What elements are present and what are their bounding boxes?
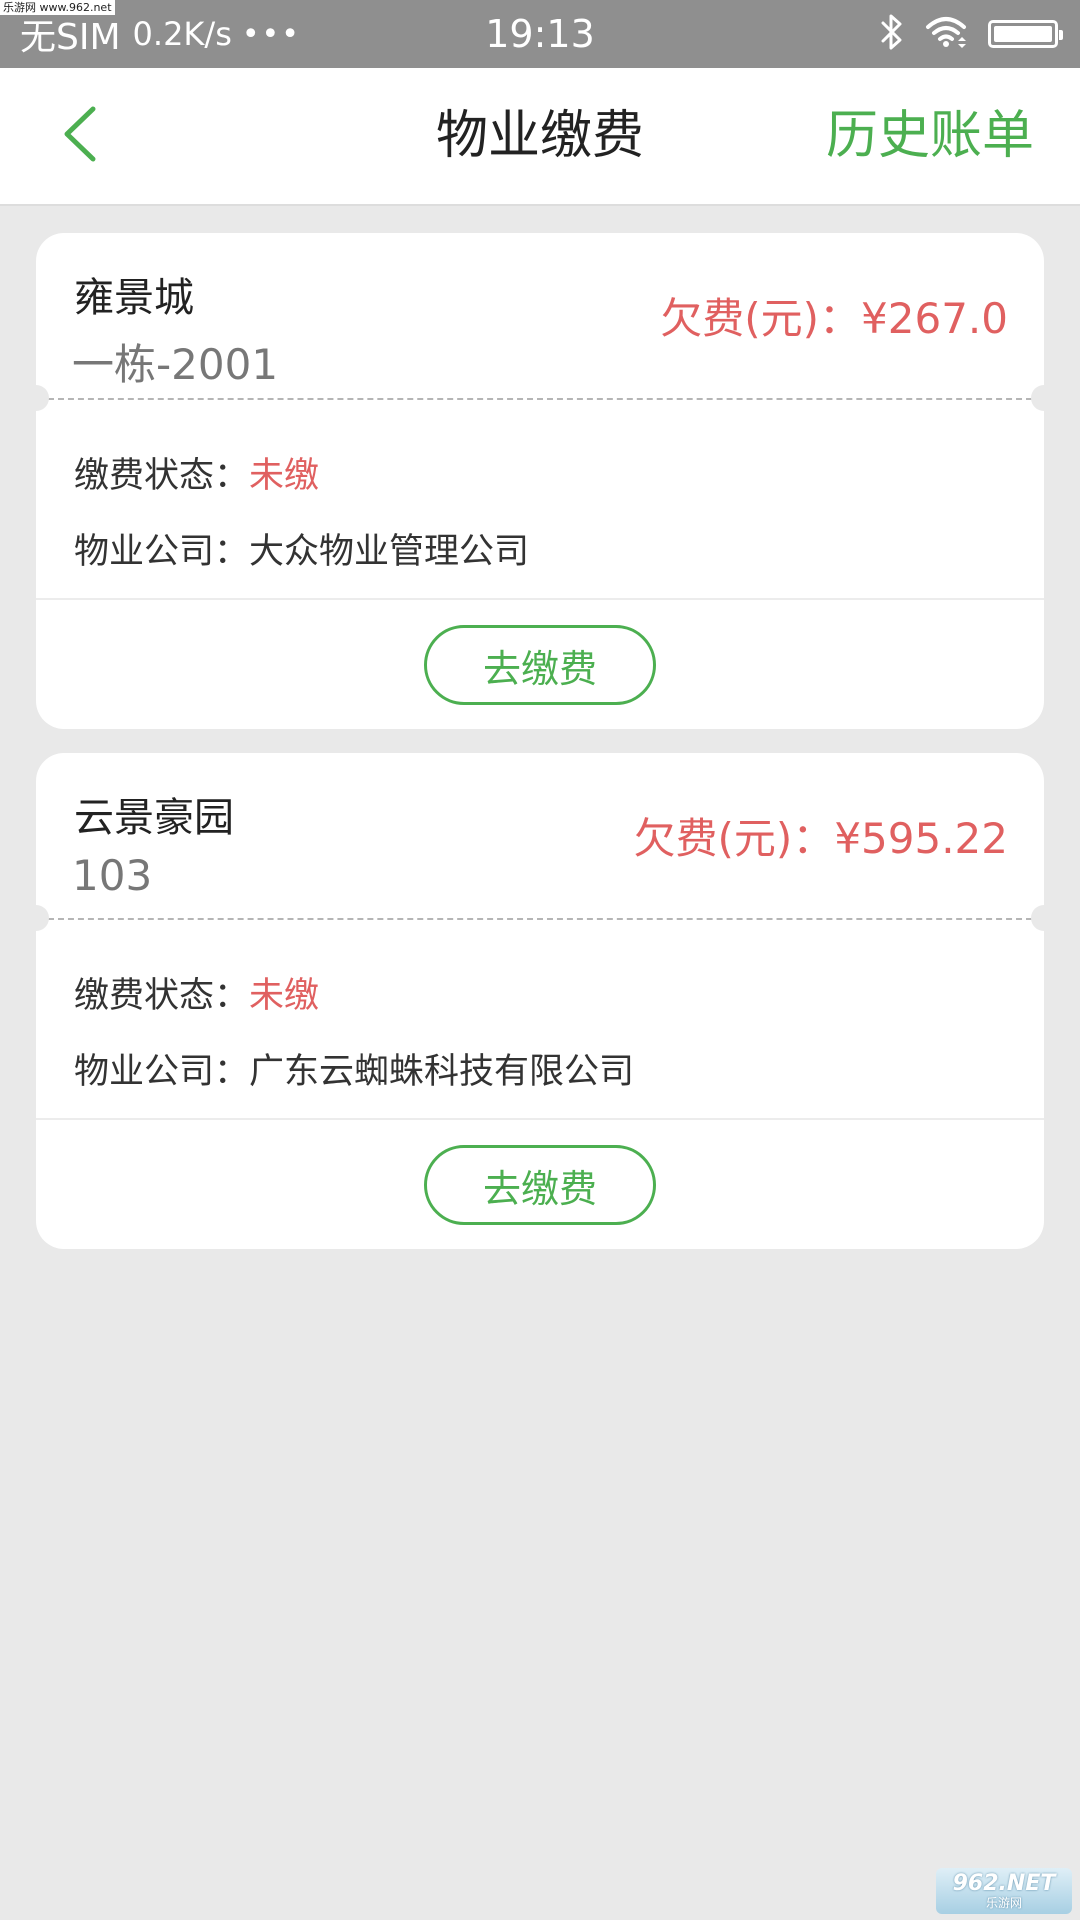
card-divider [36, 1118, 1044, 1120]
watermark-bottom-right: 962.NET 乐游网 [936, 1868, 1072, 1914]
company-row: 物业公司：大众物业管理公司 [74, 523, 529, 574]
company-label: 物业公司： [74, 1052, 250, 1092]
payment-status-label: 缴费状态： [74, 456, 250, 496]
property-name: 雍景城 [74, 275, 194, 321]
pay-button[interactable]: 去缴费 [424, 625, 656, 705]
battery-icon [988, 20, 1063, 48]
property-unit: 一栋-2001 [72, 340, 279, 389]
watermark-main-text: 962.NET [952, 1871, 1056, 1896]
battery-fill [994, 26, 1052, 42]
card-notch-left [23, 905, 49, 931]
wifi-icon [924, 15, 968, 53]
property-name: 云景豪园 [74, 795, 234, 841]
card-divider [36, 598, 1044, 600]
property-card: 云景豪园 103 欠费(元)：¥595.22 缴费状态：未缴 物业公司：广东云蜘… [23, 753, 1057, 1249]
property-card: 雍景城 一栋-2001 欠费(元)：¥267.0 缴费状态：未缴 物业公司：大众… [23, 233, 1057, 729]
pay-button[interactable]: 去缴费 [424, 1145, 656, 1225]
watermark-top-left: 乐游网 www.962.net [0, 0, 115, 15]
payment-status-row: 缴费状态：未缴 [74, 447, 319, 498]
company-label: 物业公司： [74, 532, 250, 572]
property-unit: 103 [72, 851, 153, 900]
more-dots: ••• [241, 16, 301, 52]
network-speed: 0.2K/s [132, 15, 232, 53]
carrier-label: 无SIM [20, 17, 121, 58]
chevron-left-icon [63, 106, 97, 166]
card-notch-right [1031, 905, 1057, 931]
dashed-divider [48, 398, 1032, 400]
status-bar: 无SIM 0.2K/s ••• 19:13 [0, 0, 1080, 68]
bluetooth-icon [880, 12, 904, 56]
owed-amount: 欠费(元)：¥595.22 [633, 814, 1008, 863]
dashed-divider [48, 918, 1032, 920]
company-row: 物业公司：广东云蜘蛛科技有限公司 [74, 1043, 634, 1094]
payment-status-value: 未缴 [249, 456, 320, 496]
payment-status-value: 未缴 [249, 976, 320, 1016]
card-notch-right [1031, 385, 1057, 411]
status-right [880, 0, 1063, 68]
watermark-sub-text: 乐游网 [985, 1896, 1022, 1910]
company-value: 广东云蜘蛛科技有限公司 [249, 1052, 635, 1092]
back-button[interactable] [50, 104, 110, 168]
payment-status-row: 缴费状态：未缴 [74, 967, 319, 1018]
card-notch-left [23, 385, 49, 411]
payment-status-label: 缴费状态： [74, 976, 250, 1016]
history-bill-button[interactable]: 历史账单 [826, 68, 1034, 204]
owed-amount: 欠费(元)：¥267.0 [660, 294, 1008, 343]
nav-bar: 物业缴费 历史账单 [0, 68, 1080, 206]
company-value: 大众物业管理公司 [249, 532, 530, 572]
